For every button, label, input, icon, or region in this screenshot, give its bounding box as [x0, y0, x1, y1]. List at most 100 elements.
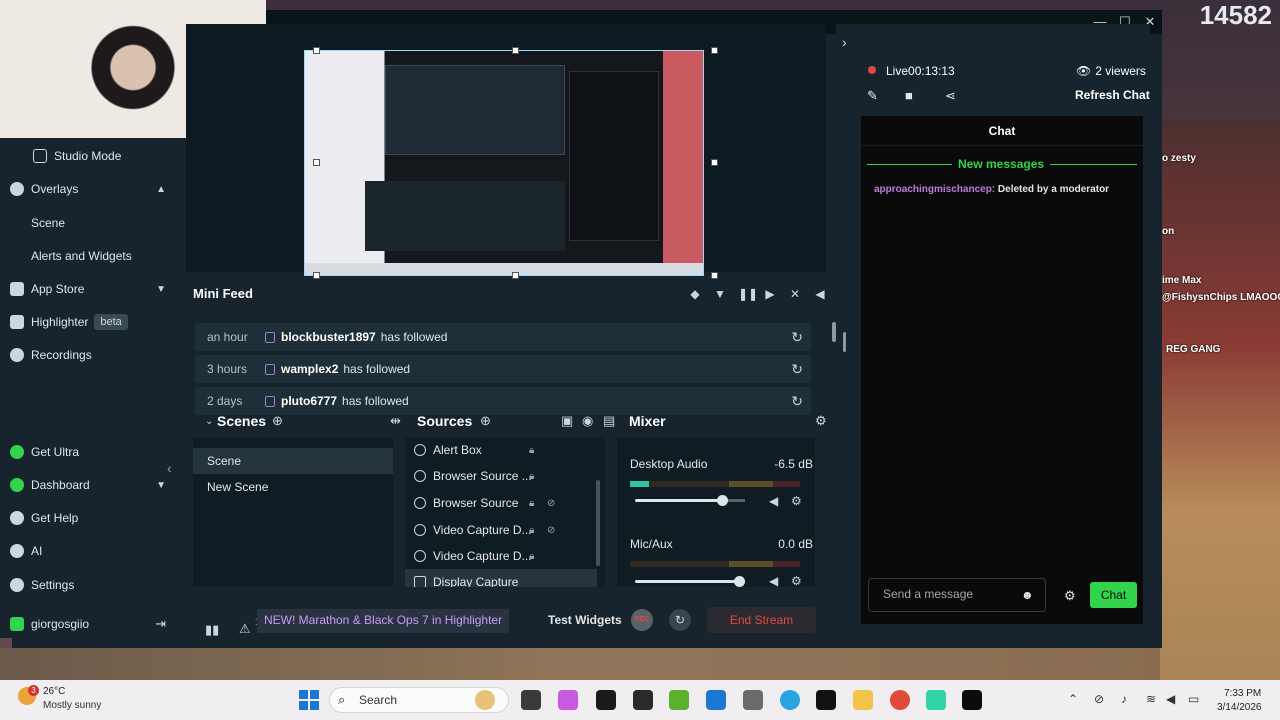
source-group-icon[interactable]: ▣: [561, 413, 573, 429]
scene-item[interactable]: New Scene: [193, 474, 393, 500]
chevron-down-icon[interactable]: ▼: [156, 284, 166, 295]
skip-icon[interactable]: ▶: [763, 287, 777, 301]
lock-icon[interactable]: 🔒︎: [529, 551, 534, 562]
task-view-icon[interactable]: [521, 690, 541, 710]
store-icon[interactable]: [706, 690, 726, 710]
wifi-icon[interactable]: ≋: [1146, 692, 1156, 706]
shield-icon[interactable]: ◆: [688, 287, 702, 301]
sidebar-item-recordings[interactable]: Recordings: [0, 341, 186, 369]
capcut-icon[interactable]: [816, 690, 836, 710]
feed-user[interactable]: blockbuster1897: [281, 330, 376, 344]
chat-send-button[interactable]: Chat: [1090, 582, 1137, 608]
sources-scrollbar[interactable]: [596, 480, 600, 566]
sidebar-subitem-scene[interactable]: Scene: [31, 216, 65, 230]
resize-handle[interactable]: [313, 47, 320, 54]
scene-transition-icon[interactable]: ⇹: [390, 413, 401, 429]
sidebar-item-ai[interactable]: AI: [0, 537, 186, 565]
gear-icon[interactable]: ⚙: [791, 574, 802, 588]
microphone-icon[interactable]: ♪: [1121, 692, 1127, 706]
sidebar-item-get-help[interactable]: Get Help: [0, 504, 186, 532]
chevron-right-icon[interactable]: ›: [842, 34, 847, 50]
source-item[interactable]: Browser Source ... 🔒︎: [405, 463, 597, 489]
battery-icon[interactable]: ▭: [1188, 692, 1199, 706]
chrome-icon[interactable]: [890, 690, 910, 710]
chevron-up-icon[interactable]: ⌃: [1068, 692, 1078, 706]
volume-icon[interactable]: ◀: [813, 287, 827, 301]
add-scene-icon[interactable]: ⊕: [272, 413, 283, 429]
source-broadcast-icon[interactable]: ◉: [582, 413, 593, 429]
sidebar-item-highlighter[interactable]: Highlighter beta: [0, 308, 186, 336]
speaker-icon[interactable]: ◀: [1166, 692, 1175, 706]
refresh-chat-button[interactable]: Refresh Chat: [1075, 88, 1150, 102]
source-item[interactable]: Browser Source 🔒︎ ⊘: [405, 490, 597, 516]
record-button[interactable]: REC: [631, 609, 653, 631]
gear-icon[interactable]: ⚙: [1064, 588, 1076, 604]
chevron-up-icon[interactable]: ▲: [156, 184, 166, 195]
gear-icon[interactable]: ⚙: [815, 413, 827, 429]
share-icon[interactable]: ⋖: [945, 88, 956, 104]
source-item[interactable]: Video Capture D... 🔒︎ ⊘: [405, 517, 597, 543]
replay-icon[interactable]: ↻: [791, 329, 803, 346]
hidden-eye-icon[interactable]: ⊘: [547, 525, 555, 536]
filter-icon[interactable]: ▼: [713, 287, 727, 301]
slider-knob[interactable]: [734, 576, 745, 587]
new-messages-label[interactable]: New messages: [952, 157, 1051, 171]
lock-icon[interactable]: 🔒︎: [529, 498, 534, 509]
folder-icon[interactable]: [853, 690, 873, 710]
app-icon[interactable]: [962, 690, 982, 710]
edit-icon[interactable]: ✎: [867, 88, 878, 104]
resize-handle[interactable]: [313, 159, 320, 166]
logout-icon[interactable]: ⇥: [155, 616, 166, 632]
lock-icon[interactable]: 🔒︎: [529, 445, 534, 456]
weather-temperature[interactable]: 26°C: [43, 686, 65, 697]
replay-icon[interactable]: ↻: [791, 361, 803, 378]
speaker-icon[interactable]: ◀: [769, 494, 778, 508]
streamlabs-icon[interactable]: [926, 690, 946, 710]
clock-date[interactable]: 3/14/2026: [1217, 702, 1262, 713]
copilot-icon[interactable]: [558, 690, 578, 710]
dropbox-icon[interactable]: [596, 690, 616, 710]
feed-user[interactable]: wamplex2: [281, 362, 338, 376]
resize-handle[interactable]: [711, 272, 718, 279]
highlighter-promo[interactable]: NEW! Marathon & Black Ops 7 in Highlight…: [257, 609, 510, 633]
stream-preview[interactable]: [304, 50, 704, 276]
weather-description[interactable]: Mostly sunny: [43, 700, 101, 711]
sidebar-item-overlays[interactable]: Overlays ▲: [0, 175, 186, 203]
sidebar-item-get-ultra[interactable]: Get Ultra: [0, 438, 186, 466]
sidebar-item-dashboard[interactable]: Dashboard ▼: [0, 471, 186, 499]
notification-off-icon[interactable]: ⊘: [1094, 692, 1104, 706]
volume-slider[interactable]: [635, 495, 745, 506]
camera-icon[interactable]: ■: [905, 88, 913, 103]
chevron-down-icon[interactable]: ▼: [156, 480, 166, 491]
chat-message-user[interactable]: approachingmischancep:: [874, 184, 995, 195]
mute-alerts-icon[interactable]: ✕: [788, 287, 802, 301]
sidebar-item-account[interactable]: giorgosgiio ⇥: [0, 610, 186, 638]
lock-icon[interactable]: 🔒︎: [529, 471, 534, 482]
alert-icon[interactable]: ⚠: [239, 621, 251, 637]
feed-user[interactable]: pluto6777: [281, 394, 337, 408]
stats-icon[interactable]: ▮▮: [205, 622, 219, 638]
mouse-icon[interactable]: [743, 690, 763, 710]
source-item[interactable]: Alert Box 🔒︎: [405, 437, 597, 463]
replay-buffer-icon[interactable]: ↻: [669, 609, 691, 631]
scene-item[interactable]: Scene: [193, 448, 393, 474]
pause-icon[interactable]: ❚❚: [738, 287, 758, 301]
chat-message-input[interactable]: [883, 587, 1013, 601]
speaker-icon[interactable]: ◀: [769, 574, 778, 588]
source-item[interactable]: Video Capture D... 🔒︎: [405, 543, 597, 569]
volume-slider[interactable]: [635, 576, 745, 587]
resize-handle[interactable]: [313, 272, 320, 279]
hidden-eye-icon[interactable]: ⊘: [547, 498, 555, 509]
end-stream-button[interactable]: End Stream: [707, 607, 816, 633]
sidebar-subitem-alerts-widgets[interactable]: Alerts and Widgets: [31, 249, 132, 263]
resize-handle[interactable]: [711, 47, 718, 54]
gear-icon[interactable]: ⚙: [791, 494, 802, 508]
chevron-down-icon[interactable]: ⌄: [205, 416, 213, 427]
app-icon[interactable]: [633, 690, 653, 710]
clock-time[interactable]: 7:33 PM: [1224, 688, 1261, 699]
resize-handle[interactable]: [711, 159, 718, 166]
source-folder-icon[interactable]: ▤: [603, 413, 615, 429]
resize-handle[interactable]: [512, 47, 519, 54]
feed-scrollbar[interactable]: [832, 322, 836, 342]
windows-start-icon[interactable]: [299, 690, 319, 710]
